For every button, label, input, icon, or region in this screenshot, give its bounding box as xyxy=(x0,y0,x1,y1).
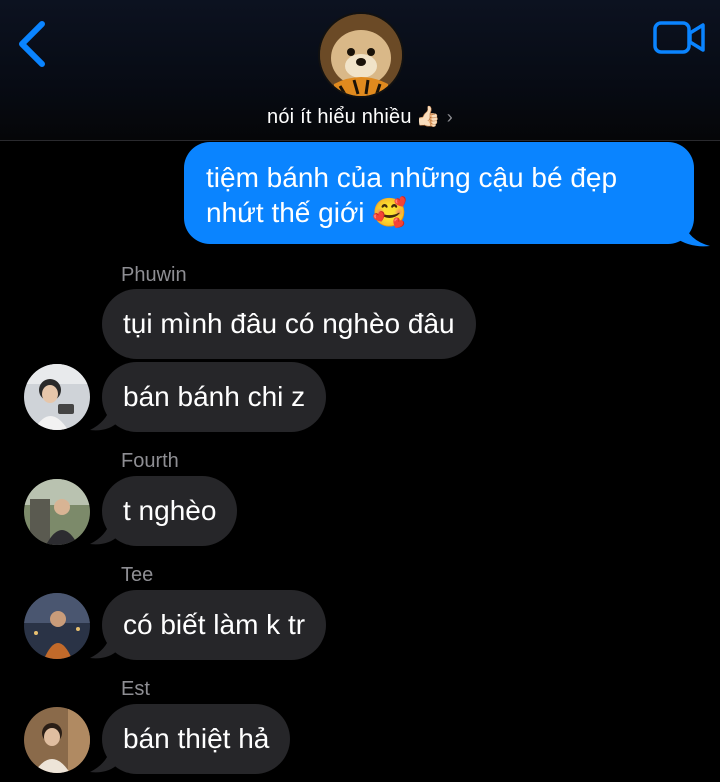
sender-name-est: Est xyxy=(121,678,150,700)
dog-photo-icon xyxy=(320,14,402,96)
incoming-bubble-tail xyxy=(90,636,118,659)
avatar-tee[interactable] xyxy=(24,593,90,659)
outgoing-message-text: tiệm bánh của những cậu bé đẹp nhứt thế … xyxy=(206,162,618,228)
avatar-phuwin[interactable] xyxy=(24,364,90,430)
outgoing-message-bubble[interactable]: tiệm bánh của những cậu bé đẹp nhứt thế … xyxy=(184,142,694,244)
avatar-est[interactable] xyxy=(24,707,90,773)
incoming-message-bubble[interactable]: t nghèo xyxy=(102,476,238,546)
sender-name-fourth: Fourth xyxy=(121,450,179,472)
thumbs-up-emoji: 👍🏻 xyxy=(415,106,441,128)
sender-name-tee: Tee xyxy=(121,564,154,586)
avatar-fourth[interactable] xyxy=(24,479,90,545)
user-photo-icon xyxy=(24,593,90,659)
incoming-message-bubble[interactable]: bán bánh chi z xyxy=(102,362,327,432)
message-text: có biết làm k tr xyxy=(123,609,306,640)
chat-header: nói ít hiểu nhiều 👍🏻 › xyxy=(0,0,720,141)
incoming-message-bubble[interactable]: bán thiệt hả xyxy=(102,704,291,774)
message-text: bán bánh chi z xyxy=(123,381,306,412)
user-photo-icon xyxy=(24,479,90,545)
sender-name-phuwin: Phuwin xyxy=(121,264,187,286)
incoming-bubble-tail xyxy=(90,522,118,545)
outgoing-bubble-tail xyxy=(676,222,710,247)
user-photo-icon xyxy=(24,707,90,773)
incoming-bubble-tail xyxy=(90,750,118,773)
chevron-right-icon: › xyxy=(446,107,453,127)
group-title[interactable]: nói ít hiểu nhiều 👍🏻 › xyxy=(0,104,720,129)
user-photo-icon xyxy=(24,364,90,430)
message-text: bán thiệt hả xyxy=(123,723,270,754)
incoming-message-bubble[interactable]: có biết làm k tr xyxy=(102,590,327,660)
message-text: t nghèo xyxy=(123,495,217,526)
incoming-message-bubble[interactable]: tụi mình đâu có nghèo đâu xyxy=(102,289,476,359)
video-call-icon[interactable] xyxy=(652,18,706,58)
message-text: tụi mình đâu có nghèo đâu xyxy=(123,308,455,339)
group-avatar[interactable] xyxy=(318,12,404,98)
smiling-hearts-emoji: 🥰 xyxy=(372,197,408,228)
group-title-text: nói ít hiểu nhiều xyxy=(267,106,412,128)
back-chevron-icon[interactable] xyxy=(12,18,52,70)
incoming-bubble-tail xyxy=(90,408,118,431)
